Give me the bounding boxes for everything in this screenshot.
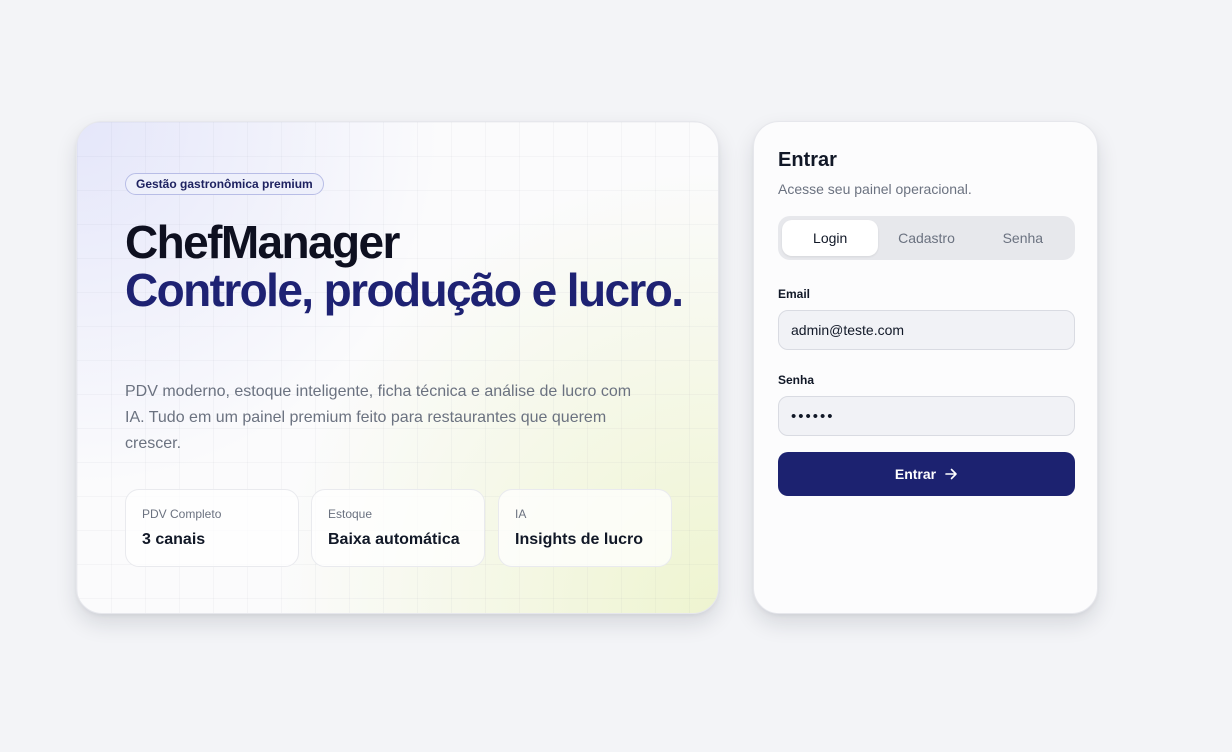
login-title: Entrar [778, 149, 837, 171]
email-field[interactable] [778, 310, 1075, 350]
login-subtitle: Acesse seu painel operacional. [778, 181, 972, 197]
arrow-right-icon [944, 467, 958, 481]
hero-description: PDV moderno, estoque inteligente, ficha … [125, 383, 632, 452]
stat-label: IA [515, 507, 527, 521]
hero-title: ChefManager Controle, produção e lucro. [125, 218, 685, 314]
stat-card-estoque: Estoque Baixa automática [311, 489, 485, 567]
tab-cadastro[interactable]: Cadastro [878, 220, 974, 256]
hero-card: Gestão gastronômica premium ChefManager … [76, 121, 719, 614]
tab-login[interactable]: Login [782, 220, 879, 256]
submit-button[interactable]: Entrar [778, 452, 1075, 496]
stat-value: Baixa automática [328, 531, 460, 548]
hero-tagline: Controle, produção e lucro. [125, 264, 684, 316]
stat-label: PDV Completo [142, 507, 222, 521]
submit-label: Entrar [894, 466, 937, 482]
stat-value: Insights de lucro [515, 531, 644, 548]
brand-name: ChefManager [125, 216, 400, 268]
auth-tabs: Login Cadastro Senha [778, 216, 1075, 260]
stat-label: Estoque [328, 507, 373, 521]
category-badge: Gestão gastronômica premium [125, 173, 324, 195]
email-label: Email [778, 287, 811, 301]
password-field[interactable] [778, 396, 1075, 436]
stat-value: 3 canais [142, 531, 206, 548]
login-panel: Entrar Acesse seu painel operacional. Lo… [753, 121, 1098, 614]
tab-senha[interactable]: Senha [975, 220, 1071, 256]
password-label: Senha [778, 373, 815, 387]
stat-card-ia: IA Insights de lucro [498, 489, 672, 567]
stat-card-pdv: PDV Completo 3 canais [125, 489, 299, 567]
